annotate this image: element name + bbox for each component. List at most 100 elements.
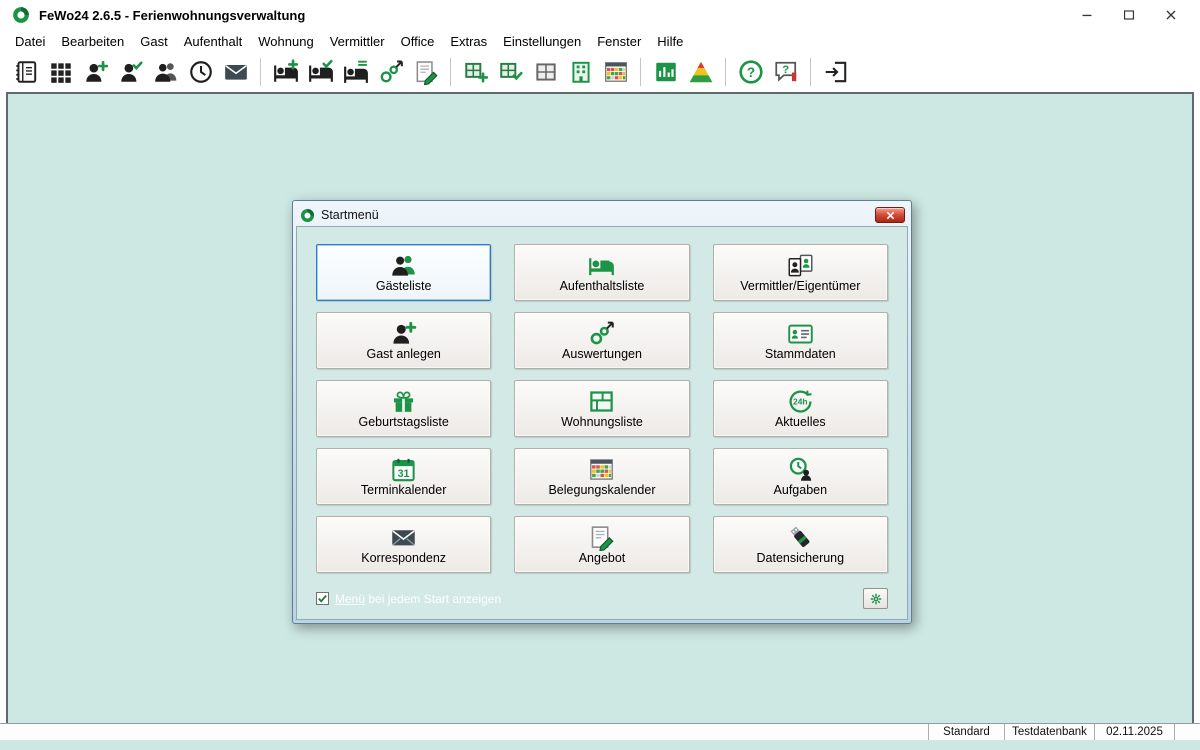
menu-wohnung[interactable]: Wohnung — [250, 32, 321, 51]
toolbar-report-chart-button[interactable] — [648, 56, 683, 89]
guest-add-icon — [85, 60, 108, 82]
toolbar-help-button[interactable]: ? — [733, 56, 768, 89]
toolbar-offer-edit-button[interactable] — [408, 56, 443, 89]
analytics-icon — [380, 60, 403, 83]
startmenu-button-angebot[interactable]: Angebot — [514, 516, 690, 573]
feedback-icon: ? — [774, 61, 796, 82]
startmenu-titlebar[interactable]: Startmenü — [296, 204, 908, 226]
startmenu-button-label: Terminkalender — [360, 483, 447, 498]
toolbar-guest-list-button[interactable] — [148, 56, 183, 89]
toolbar-stay-add-button[interactable] — [268, 56, 303, 89]
toolbar-mail-button[interactable] — [218, 56, 253, 89]
statusbar-filler — [0, 724, 928, 740]
gift-icon — [390, 386, 417, 416]
startmenu-button-wohnungsliste[interactable]: Wohnungsliste — [514, 380, 690, 437]
startmenu-button-gast-anlegen[interactable]: Gast anlegen — [316, 312, 492, 369]
statusbar-profile: Standard — [928, 724, 1004, 740]
startmenu-button-label: Datensicherung — [756, 551, 845, 566]
analytics-icon — [588, 318, 615, 348]
guest-list-icon — [390, 250, 417, 280]
menu-hilfe[interactable]: Hilfe — [649, 32, 691, 51]
toolbar-apartment-check-button[interactable] — [493, 56, 528, 89]
startmenu-button-aufenthaltsliste[interactable]: Aufenthaltsliste — [514, 244, 690, 301]
startmenu-dialog: Startmenü Gästeliste Aufenthaltsliste Ve… — [292, 200, 912, 624]
startmenu-button-stammdaten[interactable]: Stammdaten — [712, 312, 888, 369]
window-title: FeWo24 2.6.5 - Ferienwohnungsverwaltung — [39, 7, 306, 23]
startmenu-footer: Menü bei jedem Start anzeigen — [316, 588, 888, 612]
minimize-icon — [1082, 14, 1092, 17]
menu-office[interactable]: Office — [393, 32, 443, 51]
svg-text:?: ? — [782, 64, 789, 76]
startmenu-button-vermittler-eigentuemer[interactable]: Vermittler/Eigentümer — [712, 244, 888, 301]
toolbar-phonebook-button[interactable] — [8, 56, 43, 89]
toolbar-grid-overview-button[interactable] — [43, 56, 78, 89]
startmenu-close-button[interactable] — [875, 207, 905, 223]
toolbar-feedback-button[interactable]: ? — [768, 56, 803, 89]
toolbar-exit-button[interactable] — [818, 56, 853, 89]
offer-edit-icon — [416, 61, 438, 85]
menu-datei[interactable]: Datei — [7, 32, 53, 51]
startmenu-button-label: Angebot — [578, 551, 626, 566]
toolbar-priority-pyramid-button[interactable] — [683, 56, 718, 89]
mail-icon — [224, 64, 247, 80]
statusbar-resize-grip — [1174, 724, 1200, 740]
priority-pyramid-icon — [689, 61, 712, 83]
gear-icon — [870, 593, 881, 604]
toolbar-occupancy-calendar-button[interactable] — [598, 56, 633, 89]
clock-icon — [189, 61, 212, 83]
menu-gast[interactable]: Gast — [132, 32, 175, 51]
toolbar-guest-add-button[interactable] — [78, 56, 113, 89]
startmenu-button-belegungskalender[interactable]: Belegungskalender — [514, 448, 690, 505]
apartment-check-icon — [499, 62, 523, 81]
menu-extras[interactable]: Extras — [442, 32, 495, 51]
close-icon — [886, 211, 894, 219]
toolbar-analytics-button[interactable] — [373, 56, 408, 89]
startmenu-settings-button[interactable] — [863, 588, 888, 609]
minimize-button[interactable] — [1066, 2, 1108, 28]
phonebook-icon — [15, 61, 36, 83]
building-icon — [571, 61, 590, 83]
startmenu-button-aktuelles[interactable]: 24h Aktuelles — [712, 380, 888, 437]
statusbar-database: Testdatenbank — [1004, 724, 1094, 740]
show-on-start-checkbox[interactable] — [316, 592, 329, 605]
startmenu-button-aufgaben[interactable]: Aufgaben — [712, 448, 888, 505]
check-icon — [318, 594, 327, 603]
startmenu-button-auswertungen[interactable]: Auswertungen — [514, 312, 690, 369]
document-pencil-icon — [588, 522, 615, 552]
toolbar-clock-button[interactable] — [183, 56, 218, 89]
apartment-add-icon — [464, 62, 488, 83]
toolbar-separator — [260, 58, 261, 86]
startmenu-button-label: Wohnungsliste — [561, 415, 643, 430]
toolbar-apartment-list-button[interactable] — [528, 56, 563, 89]
maximize-button[interactable] — [1108, 2, 1150, 28]
report-chart-icon — [655, 62, 676, 82]
person-clock-icon — [787, 454, 814, 484]
menu-fenster[interactable]: Fenster — [589, 32, 649, 51]
occupancy-calendar-icon — [588, 454, 615, 484]
toolbar-guest-check-button[interactable] — [113, 56, 148, 89]
startmenu-button-label: Vermittler/Eigentümer — [740, 279, 861, 294]
startmenu-button-terminkalender[interactable]: 31 Terminkalender — [316, 448, 492, 505]
startmenu-button-label: Aufgaben — [773, 483, 828, 498]
stay-add-icon — [273, 59, 298, 82]
toolbar-apartment-add-button[interactable] — [458, 56, 493, 89]
menu-bearbeiten[interactable]: Bearbeiten — [53, 32, 132, 51]
startmenu-button-korrespondenz[interactable]: Korrespondenz — [316, 516, 492, 573]
startmenu-body: Gästeliste Aufenthaltsliste Vermittler/E… — [296, 226, 908, 620]
menu-vermittler[interactable]: Vermittler — [322, 32, 393, 51]
envelope-icon — [390, 522, 417, 552]
person-add-icon — [390, 318, 417, 348]
startmenu-button-geburtstagsliste[interactable]: Geburtstagsliste — [316, 380, 492, 437]
toolbar-building-button[interactable] — [563, 56, 598, 89]
close-button[interactable] — [1150, 2, 1192, 28]
startmenu-button-datensicherung[interactable]: Datensicherung — [712, 516, 888, 573]
toolbar-stay-check-button[interactable] — [303, 56, 338, 89]
toolbar-stay-list-button[interactable] — [338, 56, 373, 89]
exit-icon — [825, 61, 846, 83]
menu-aufenthalt[interactable]: Aufenthalt — [176, 32, 251, 51]
startmenu-button-label: Aktuelles — [774, 415, 826, 430]
startmenu-button-label: Gast anlegen — [366, 347, 441, 362]
menu-einstellungen[interactable]: Einstellungen — [495, 32, 589, 51]
startmenu-button-gaesteliste[interactable]: Gästeliste — [316, 244, 492, 301]
titlebar[interactable]: FeWo24 2.6.5 - Ferienwohnungsverwaltung — [0, 0, 1200, 30]
